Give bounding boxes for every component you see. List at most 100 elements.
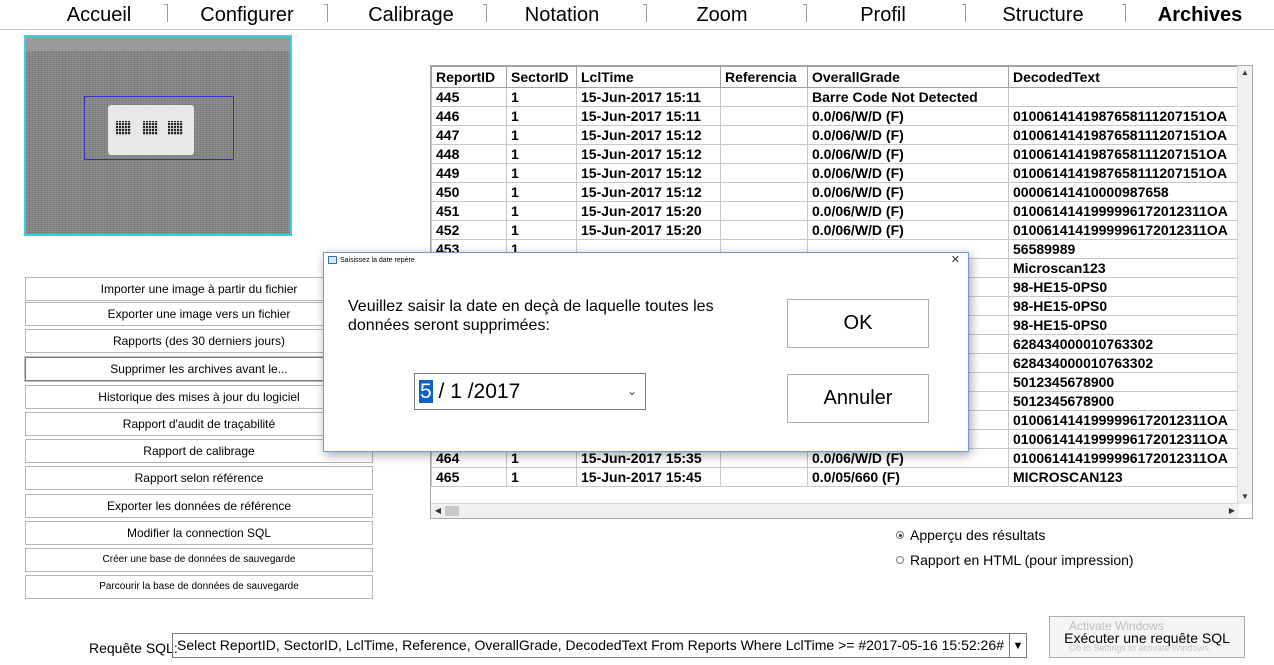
table-row[interactable]: 447 1 15-Jun-2017 15:12 0.0/06/W/D (F) 01006…	[431, 125, 1249, 145]
column-header[interactable]: ReportID	[431, 66, 507, 88]
scroll-right-icon[interactable]: ▶	[1225, 504, 1239, 518]
table-cell[interactable]: 98-HE15-0PS0	[1008, 296, 1249, 316]
table-cell[interactable]: 98-HE15-0PS0	[1008, 315, 1249, 335]
traceability-audit-report-button[interactable]: Rapport d'audit de traçabilité	[25, 412, 373, 436]
table-cell[interactable]: 0100614141999996172012311OA	[1008, 220, 1249, 240]
table-cell[interactable]: 15-Jun-2017 15:11	[576, 87, 721, 107]
horizontal-scrollbar[interactable]: ◀ ▶	[431, 503, 1239, 518]
table-row[interactable]: 449 1 15-Jun-2017 15:12 0.0/06/W/D (F) 01006…	[431, 163, 1249, 183]
selected-day-segment[interactable]: 5	[419, 380, 433, 403]
table-cell[interactable]: 15-Jun-2017 15:45	[576, 467, 721, 487]
table-cell[interactable]: 1	[506, 87, 577, 107]
table-cell[interactable]: 5012345678900	[1008, 391, 1249, 411]
table-cell[interactable]: 15-Jun-2017 15:12	[576, 125, 721, 145]
spin-icon[interactable]: ⌄	[627, 374, 637, 409]
table-cell[interactable]	[720, 201, 808, 221]
modify-sql-connection-button[interactable]: Modifier la connection SQL	[25, 521, 373, 545]
tab-archives[interactable]: Archives	[1130, 0, 1270, 30]
table-cell[interactable]: 1	[506, 163, 577, 183]
table-cell[interactable]: 1	[506, 182, 577, 202]
import-image-button[interactable]: Importer une image à partir du fichier	[25, 277, 373, 301]
table-cell[interactable]: 5012345678900	[1008, 372, 1249, 392]
html-report-option[interactable]: Rapport en HTML (pour impression)	[896, 552, 1134, 568]
column-header[interactable]: Referencia	[720, 66, 808, 88]
preview-results-option[interactable]: Apperçu des résultats	[896, 527, 1045, 543]
tab-configurer[interactable]: Configurer	[178, 0, 316, 30]
column-header[interactable]: DecodedText	[1008, 66, 1249, 88]
table-cell[interactable]: 0100614141987658111207151OA	[1008, 106, 1249, 126]
table-cell[interactable]: 0.0/05/660 (F)	[807, 467, 1009, 487]
table-cell[interactable]: 98-HE15-0PS0	[1008, 277, 1249, 297]
tab-accueil[interactable]: Accueil	[40, 0, 158, 30]
table-cell[interactable]: 628434000010763302	[1008, 334, 1249, 354]
region-of-interest-box[interactable]	[84, 96, 234, 160]
delete-archives-before-button[interactable]: Supprimer les archives avant le...	[24, 356, 374, 382]
chevron-down-icon[interactable]: ▼	[1010, 633, 1027, 658]
close-icon[interactable]: ✕	[951, 253, 960, 268]
table-cell[interactable]: 0.0/06/W/D (F)	[807, 220, 1009, 240]
table-cell[interactable]: 0.0/06/W/D (F)	[807, 201, 1009, 221]
create-backup-database-button[interactable]: Créer une base de données de sauvegarde	[25, 548, 373, 572]
table-cell[interactable]: 448	[431, 144, 507, 164]
table-cell[interactable]: 465	[431, 467, 507, 487]
table-cell[interactable]	[720, 163, 808, 183]
table-cell[interactable]: 15-Jun-2017 15:11	[576, 106, 721, 126]
tab-notation[interactable]: Notation	[488, 0, 636, 30]
software-update-history-button[interactable]: Historique des mises à jour du logiciel	[25, 385, 373, 409]
table-cell[interactable]: 0100614141987658111207151OA	[1008, 144, 1249, 164]
column-header[interactable]: OverallGrade	[807, 66, 1009, 88]
sql-query-combobox[interactable]: Select ReportID, SectorID, LclTime, Refe…	[172, 633, 1010, 658]
radio-unselected-icon[interactable]	[896, 556, 904, 564]
tab-structure[interactable]: Structure	[968, 0, 1118, 30]
table-cell[interactable]: 1	[506, 220, 577, 240]
table-cell[interactable]: 0.0/06/W/D (F)	[807, 144, 1009, 164]
table-cell[interactable]	[1008, 87, 1249, 107]
tab-calibrage[interactable]: Calibrage	[337, 0, 485, 30]
table-row[interactable]: 452 1 15-Jun-2017 15:20 0.0/06/W/D (F) 01006…	[431, 220, 1249, 240]
horizontal-scroll-thumb[interactable]	[445, 506, 459, 516]
table-cell[interactable]: 1	[506, 144, 577, 164]
date-picker-input[interactable]: 5 / 1 /2017 ⌄	[414, 373, 646, 410]
table-cell[interactable]: 0100614141987658111207151OA	[1008, 125, 1249, 145]
table-cell[interactable]: 1	[506, 201, 577, 221]
table-cell[interactable]: 628434000010763302	[1008, 353, 1249, 373]
table-cell[interactable]: 449	[431, 163, 507, 183]
scroll-up-icon[interactable]: ▲	[1238, 66, 1252, 80]
export-image-button[interactable]: Exporter une image vers un fichier	[25, 302, 373, 326]
table-cell[interactable]: 0100614141999996172012311OA	[1008, 201, 1249, 221]
table-cell[interactable]: 15-Jun-2017 15:20	[576, 201, 721, 221]
table-cell[interactable]: 0100614141987658111207151OA	[1008, 163, 1249, 183]
table-cell[interactable]: 1	[506, 467, 577, 487]
table-cell[interactable]: 15-Jun-2017 15:12	[576, 144, 721, 164]
scroll-down-icon[interactable]: ▼	[1238, 490, 1252, 504]
table-cell[interactable]: 0.0/06/W/D (F)	[807, 163, 1009, 183]
table-cell[interactable]: 00006141410000987658	[1008, 182, 1249, 202]
table-cell[interactable]	[720, 467, 808, 487]
table-cell[interactable]: 451	[431, 201, 507, 221]
reports-30-days-button[interactable]: Rapports (des 30 derniers jours)	[25, 329, 373, 353]
column-header[interactable]: LclTime	[576, 66, 721, 88]
cancel-button[interactable]: Annuler	[787, 374, 929, 423]
table-cell[interactable]: MICROSCAN123	[1008, 467, 1249, 487]
column-header[interactable]: SectorID	[506, 66, 577, 88]
table-cell[interactable]	[720, 87, 808, 107]
table-row[interactable]: 446 1 15-Jun-2017 15:11 0.0/06/W/D (F) 01006…	[431, 106, 1249, 126]
table-cell[interactable]: 446	[431, 106, 507, 126]
table-row[interactable]: 445 1 15-Jun-2017 15:11 Barre Code Not Dete…	[431, 87, 1249, 107]
table-cell[interactable]	[720, 220, 808, 240]
table-cell[interactable]: 0100614141999996172012311OA	[1008, 429, 1249, 449]
image-preview[interactable]	[24, 35, 292, 236]
table-cell[interactable]: 452	[431, 220, 507, 240]
table-row[interactable]: 448 1 15-Jun-2017 15:12 0.0/06/W/D (F) 01006…	[431, 144, 1249, 164]
table-cell[interactable]: 0.0/06/W/D (F)	[807, 182, 1009, 202]
table-cell[interactable]: 0100614141999996172012311OA	[1008, 410, 1249, 430]
table-cell[interactable]: Microscan123	[1008, 258, 1249, 278]
vertical-scrollbar[interactable]: ▲ ▼	[1237, 66, 1252, 504]
table-cell[interactable]	[720, 106, 808, 126]
table-row[interactable]: 465 1 15-Jun-2017 15:45 0.0/05/660 (F) MICRO…	[431, 467, 1249, 487]
table-cell[interactable]: 447	[431, 125, 507, 145]
table-cell[interactable]	[720, 144, 808, 164]
table-cell[interactable]: 450	[431, 182, 507, 202]
scroll-left-icon[interactable]: ◀	[431, 504, 445, 518]
table-cell[interactable]: 15-Jun-2017 15:12	[576, 163, 721, 183]
